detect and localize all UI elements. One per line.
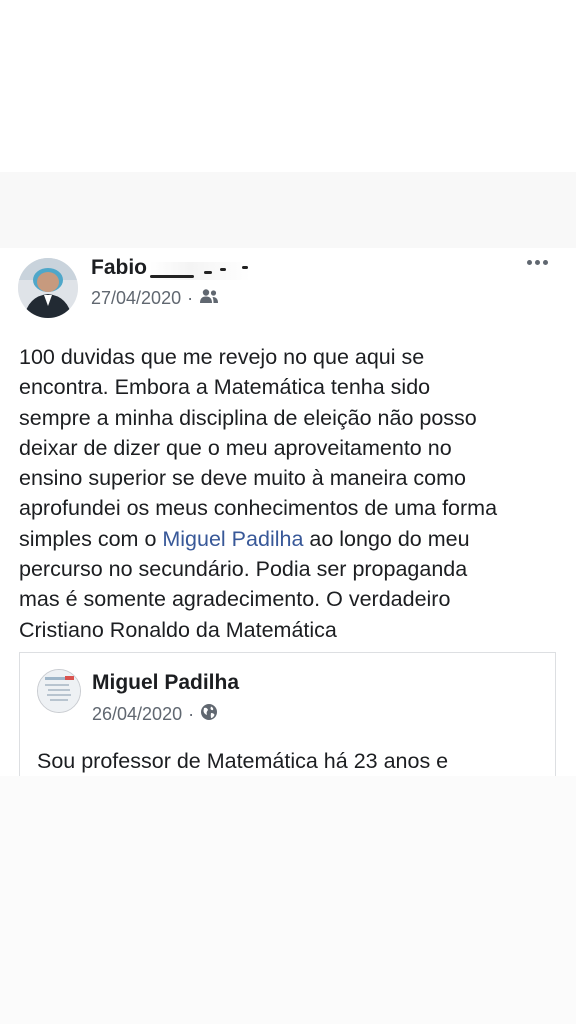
redacted-surname [150, 262, 250, 280]
post-meta: 27/04/2020 · [91, 288, 219, 309]
shared-post-card[interactable]: Miguel Padilha 26/04/2020 · Sou professo… [19, 652, 556, 792]
more-options-icon[interactable] [527, 260, 548, 265]
text-after-mention: ao longo do meu [303, 526, 470, 551]
post-text-line: percurso no secundário. Podia ser propag… [19, 557, 468, 582]
post-date[interactable]: 27/04/2020 [91, 288, 181, 309]
post-text: 100 duvidas que me revejo no que aqui se… [19, 342, 559, 645]
post-text-line: 100 duvidas que me revejo no que aqui se [19, 345, 425, 369]
shared-post-text: Sou professor de Matemática há 23 anos e [37, 749, 449, 773]
friends-icon[interactable] [199, 288, 219, 309]
public-globe-icon[interactable] [200, 703, 218, 726]
post-card: Fabio 27/04/2020 · 100 duvidas que me re… [0, 248, 576, 792]
shared-author-avatar[interactable] [37, 669, 81, 713]
meta-separator: · [187, 288, 194, 308]
shared-post-date[interactable]: 26/04/2020 [92, 704, 182, 725]
post-text-line: sempre a minha disciplina de eleição não… [19, 405, 477, 430]
author-name[interactable]: Fabio [91, 256, 147, 280]
blank-top-area [0, 0, 576, 172]
text-before-mention: simples com o [19, 526, 163, 551]
shared-post-meta: 26/04/2020 · [92, 703, 218, 726]
meta-separator: · [188, 704, 195, 724]
blank-bottom-area [0, 776, 576, 1024]
post-text-line: deixar de dizer que o meu aproveitamento… [19, 435, 452, 460]
post-text-line: Cristiano Ronaldo da Matemática [19, 617, 337, 642]
post-text-line: encontra. Embora a Matemática tenha sido [19, 375, 431, 400]
feed-gap [0, 172, 576, 248]
author-avatar[interactable] [18, 258, 78, 318]
shared-author-name[interactable]: Miguel Padilha [92, 671, 239, 695]
post-text-line: aprofundei os meus conhecimentos de uma … [19, 496, 498, 521]
post-text-line: mas é somente agradecimento. O verdadeir… [19, 587, 451, 612]
post-text-line: ensino superior se deve muito à maneira … [19, 466, 466, 491]
mention-link[interactable]: Miguel Padilha [162, 527, 303, 551]
post-text-line-mention: simples com o Miguel Padilha ao longo do… [19, 524, 559, 554]
